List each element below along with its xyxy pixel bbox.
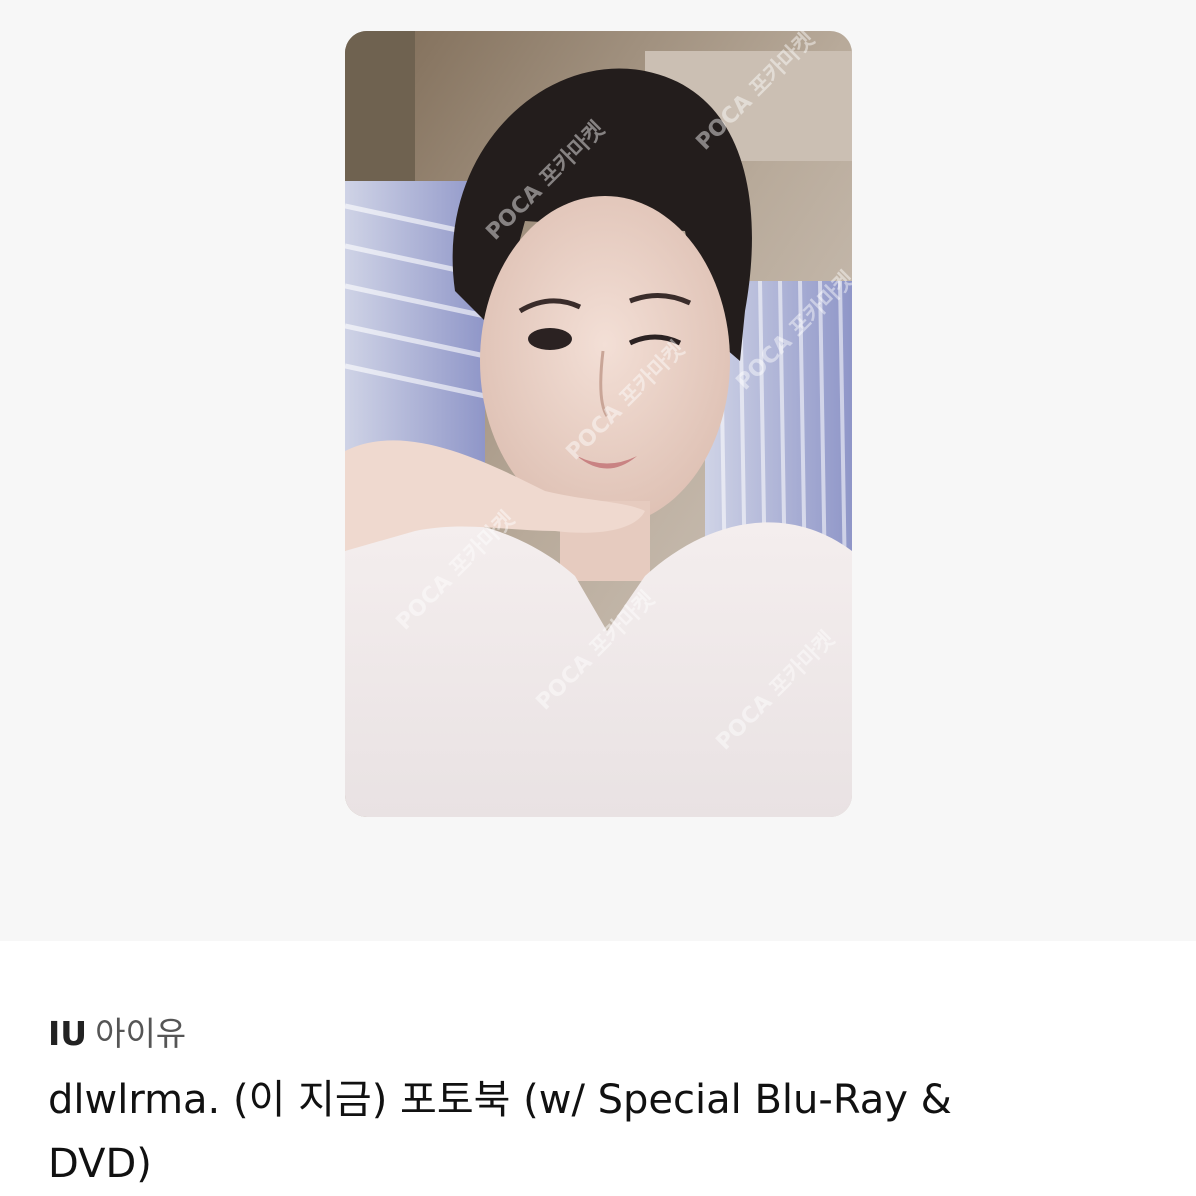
photocard-image[interactable]: POCA 포카마켓 POCA 포카마켓 POCA 포카마켓 POCA 포카마켓 …	[345, 31, 852, 817]
photocard-photo: POCA 포카마켓 POCA 포카마켓 POCA 포카마켓 POCA 포카마켓 …	[345, 31, 852, 817]
product-title: dlwlrma. (이 지금) 포토북 (w/ Special Blu-Ray …	[48, 1077, 952, 1187]
product-image-gallery[interactable]: POCA 포카마켓 POCA 포카마켓 POCA 포카마켓 POCA 포카마켓 …	[0, 0, 1196, 941]
artist-name-en: IU	[48, 1014, 88, 1053]
artist-name[interactable]: IU 아이유	[48, 1010, 1148, 1058]
artist-name-ko: 아이유	[95, 1014, 187, 1053]
product-info: IU 아이유 dlwlrma. (이 지금) 포토북 (w/ Special Bl…	[48, 1010, 1148, 1196]
